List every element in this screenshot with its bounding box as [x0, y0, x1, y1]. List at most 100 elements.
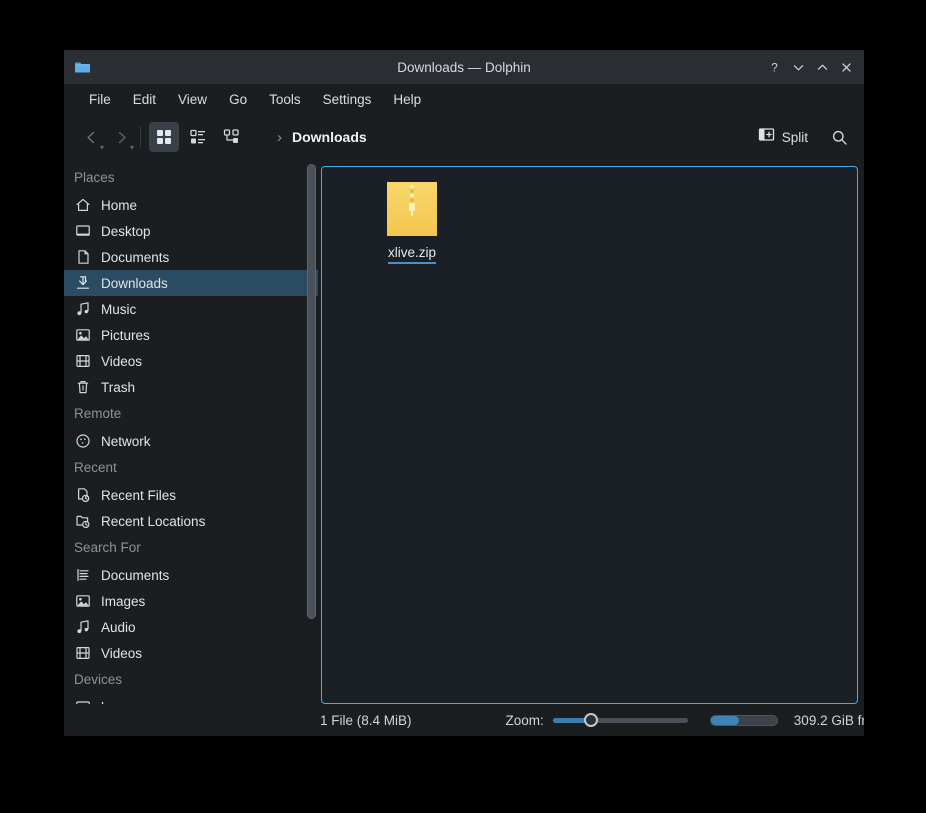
- breadcrumb-separator-icon: ›: [277, 128, 282, 146]
- details-view-button[interactable]: [183, 122, 213, 152]
- forward-dropdown-caret[interactable]: ▾: [130, 144, 134, 152]
- sidebar-item-search-images[interactable]: Images: [64, 588, 318, 614]
- status-bar: 1 File (8.4 MiB) Zoom: 309.2 GiB free: [64, 704, 864, 736]
- desktop-icon: [74, 223, 91, 240]
- split-icon: [758, 126, 775, 148]
- file-view[interactable]: xlive.zip: [321, 166, 858, 704]
- breadcrumb-current[interactable]: Downloads: [292, 129, 367, 145]
- menu-tools[interactable]: Tools: [258, 89, 312, 110]
- video-icon: [74, 353, 91, 370]
- back-dropdown-caret[interactable]: ▾: [100, 144, 104, 152]
- file-name-label[interactable]: xlive.zip: [387, 245, 436, 264]
- back-icon[interactable]: ▾: [76, 123, 106, 152]
- maximize-button[interactable]: [810, 55, 834, 79]
- sidebar-item-recent-files[interactable]: Recent Files: [64, 482, 318, 508]
- folder-icon: [72, 57, 92, 77]
- window-body: Places Home Desktop Documents Downloads …: [64, 160, 864, 704]
- compact-view-button[interactable]: [217, 122, 247, 152]
- sidebar-section-places: Places: [74, 170, 115, 185]
- sidebar-section-devices: Devices: [74, 672, 123, 687]
- sidebar-item-label: Downloads: [101, 275, 168, 291]
- icons-view-button[interactable]: [149, 122, 179, 152]
- free-space-label: 309.2 GiB free: [793, 712, 864, 728]
- places-sidebar: Places Home Desktop Documents Downloads …: [64, 160, 318, 704]
- network-icon: [74, 433, 91, 450]
- sidebar-item-recent-locations[interactable]: Recent Locations: [64, 508, 318, 534]
- sidebar-item-label: Desktop: [101, 223, 151, 239]
- file-view-container: xlive.zip: [318, 160, 864, 704]
- zoom-label: Zoom:: [505, 712, 544, 728]
- sidebar-section-remote: Remote: [74, 406, 122, 421]
- file-item[interactable]: xlive.zip: [364, 181, 460, 264]
- menu-go[interactable]: Go: [218, 89, 258, 110]
- sidebar-item-downloads[interactable]: Downloads: [64, 270, 318, 296]
- menu-bar: File Edit View Go Tools Settings Help: [64, 84, 864, 114]
- zoom-slider[interactable]: [552, 712, 688, 728]
- sidebar-item-label: Home: [101, 197, 138, 213]
- menu-settings[interactable]: Settings: [312, 89, 383, 110]
- window-controls: ?: [762, 55, 864, 79]
- dolphin-window: Downloads — Dolphin ? File Edit View Go …: [64, 50, 864, 736]
- sidebar-item-documents[interactable]: Documents: [64, 244, 318, 270]
- music-icon: [74, 301, 91, 318]
- sidebar-item-search-documents[interactable]: Documents: [64, 562, 318, 588]
- zip-archive-icon: [386, 181, 438, 237]
- recent-folder-icon: [74, 513, 91, 530]
- download-icon: [74, 275, 91, 292]
- sidebar-item-network[interactable]: Network: [64, 428, 318, 454]
- status-bar-content: 1 File (8.4 MiB) Zoom: 309.2 GiB free: [318, 712, 864, 728]
- sidebar-item-label: Images: [101, 593, 146, 609]
- sidebar-item-desktop[interactable]: Desktop: [64, 218, 318, 244]
- sidebar-item-device-home[interactable]: home: [64, 694, 318, 704]
- sidebar-item-label: Videos: [101, 353, 143, 369]
- sidebar-section-search-for: Search For: [74, 540, 141, 555]
- places-sidebar-content: Places Home Desktop Documents Downloads …: [64, 160, 318, 704]
- sidebar-item-label: Music: [101, 301, 137, 317]
- menu-view[interactable]: View: [167, 89, 218, 110]
- search-icon[interactable]: [824, 122, 854, 152]
- image-icon: [74, 327, 91, 344]
- forward-icon[interactable]: ▾: [106, 123, 136, 152]
- sidebar-item-search-videos[interactable]: Videos: [64, 640, 318, 666]
- sidebar-item-label: Recent Locations: [101, 513, 206, 529]
- menu-file[interactable]: File: [78, 89, 122, 110]
- document-icon: [74, 249, 91, 266]
- music-icon: [74, 619, 91, 636]
- menu-edit[interactable]: Edit: [122, 89, 167, 110]
- sidebar-item-label: Recent Files: [101, 487, 177, 503]
- zoom-control: Zoom:: [506, 712, 688, 728]
- breadcrumb[interactable]: › Downloads: [277, 129, 750, 145]
- sidebar-item-music[interactable]: Music: [64, 296, 318, 322]
- sidebar-item-trash[interactable]: Trash: [64, 374, 318, 400]
- disk-capacity-bar[interactable]: [709, 714, 778, 726]
- video-icon: [74, 645, 91, 662]
- sidebar-section-recent: Recent: [74, 460, 117, 475]
- document-lines-icon: [74, 567, 91, 584]
- title-bar: Downloads — Dolphin ?: [64, 50, 864, 84]
- sidebar-item-home[interactable]: Home: [64, 192, 318, 218]
- file-count-label: 1 File (8.4 MiB): [320, 712, 412, 728]
- help-button[interactable]: ?: [762, 55, 786, 79]
- menu-help[interactable]: Help: [382, 89, 432, 110]
- sidebar-scrollbar-thumb[interactable]: [307, 164, 316, 619]
- sidebar-scrollbar[interactable]: [307, 164, 316, 698]
- svg-text:?: ?: [771, 61, 778, 74]
- sidebar-item-videos[interactable]: Videos: [64, 348, 318, 374]
- sidebar-item-label: Network: [101, 433, 151, 449]
- split-button[interactable]: Split: [750, 122, 816, 152]
- sidebar-item-pictures[interactable]: Pictures: [64, 322, 318, 348]
- sidebar-item-label: Videos: [101, 645, 143, 661]
- sidebar-item-label: Documents: [101, 249, 170, 265]
- home-icon: [74, 197, 91, 214]
- zoom-slider-handle[interactable]: [583, 713, 598, 727]
- toolbar-separator: [140, 126, 141, 148]
- split-button-label: Split: [781, 129, 808, 145]
- sidebar-item-label: home: [101, 700, 135, 705]
- recent-file-icon: [74, 487, 91, 504]
- sidebar-item-search-audio[interactable]: Audio: [64, 614, 318, 640]
- close-button[interactable]: [834, 55, 858, 79]
- trash-icon: [74, 379, 91, 396]
- window-title: Downloads — Dolphin: [397, 59, 531, 75]
- disk-capacity-fill: [710, 715, 739, 725]
- minimize-button[interactable]: [786, 55, 810, 79]
